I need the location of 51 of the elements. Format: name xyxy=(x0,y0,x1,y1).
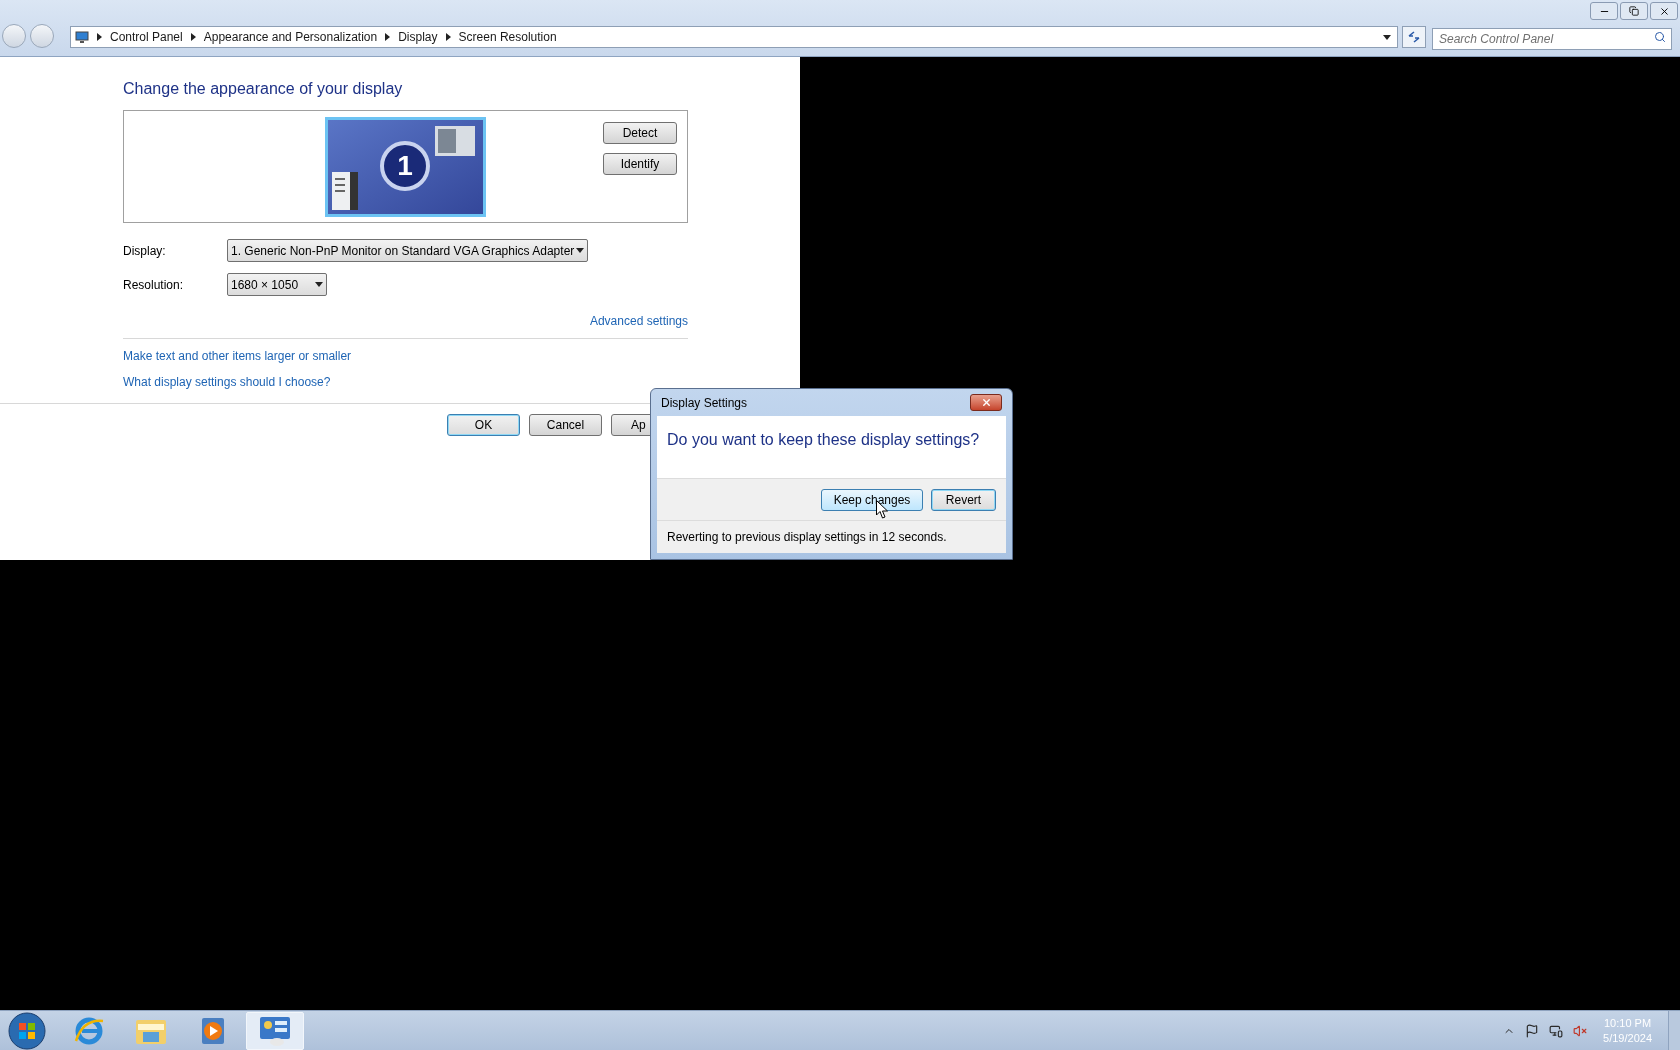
help-link[interactable]: What display settings should I choose? xyxy=(123,373,688,391)
side-panel-icon xyxy=(332,172,358,210)
flag-icon[interactable] xyxy=(1525,1023,1540,1038)
detect-button[interactable]: Detect xyxy=(603,122,677,144)
field-label: Resolution: xyxy=(123,276,185,294)
breadcrumb-item[interactable]: Screen Resolution xyxy=(458,28,557,46)
restore-button[interactable] xyxy=(1620,2,1648,20)
field-label: Display: xyxy=(123,242,167,260)
forward-button[interactable] xyxy=(30,24,54,48)
identify-button[interactable]: Identify xyxy=(603,153,677,175)
chevron-right-icon xyxy=(385,33,391,41)
page-heading: Change the appearance of your display xyxy=(123,79,404,99)
keep-changes-button[interactable]: Keep changes xyxy=(821,488,923,511)
dropdown-field[interactable]: 1. Generic Non-PnP Monitor on Standard VGA Graphics Adapter xyxy=(227,239,588,262)
chevron-right-icon xyxy=(445,33,451,41)
taskbar-button[interactable] xyxy=(246,1011,304,1050)
dropdown-field[interactable]: 1680 × 1050 xyxy=(227,273,327,296)
window-thumbnail-icon xyxy=(435,126,475,156)
dropdown-arrow-icon[interactable] xyxy=(1383,34,1391,40)
search-icon[interactable] xyxy=(1654,31,1666,43)
close-button[interactable] xyxy=(970,394,1002,411)
monitor-icon xyxy=(75,30,89,44)
close-icon xyxy=(980,397,992,408)
monitor-number: 1 xyxy=(380,141,430,191)
monitor-tile[interactable]: 1 xyxy=(325,117,486,217)
close-button[interactable] xyxy=(1650,2,1678,20)
breadcrumb-item[interactable]: Display xyxy=(398,28,438,46)
search-field[interactable]: Search Control Panel xyxy=(1432,28,1672,50)
chevron-right-icon xyxy=(97,33,102,41)
revert-button[interactable]: Revert xyxy=(931,488,996,511)
close-icon xyxy=(1658,5,1670,17)
dialog-title: Display Settings xyxy=(661,394,748,412)
cancel-button[interactable]: Cancel xyxy=(529,414,602,436)
refresh-icon xyxy=(1407,31,1421,43)
volume-muted-icon[interactable] xyxy=(1573,1023,1588,1038)
countdown-message: Reverting to previous display settings in 12 seconds. xyxy=(667,529,947,546)
control-panel-icon[interactable] xyxy=(258,1014,292,1047)
dropdown-arrow-icon xyxy=(315,282,323,287)
dropdown-arrow-icon xyxy=(576,248,584,253)
address-bar[interactable]: Control Panel Appearance and Personalization Display Screen Resolution xyxy=(70,26,1398,48)
network-icon[interactable] xyxy=(1549,1023,1564,1038)
back-button[interactable] xyxy=(2,24,26,48)
ok-button[interactable]: OK xyxy=(447,414,520,436)
advanced-settings-link[interactable]: Advanced settings xyxy=(589,312,688,330)
breadcrumb-item[interactable]: Appearance and Personalization xyxy=(203,28,378,46)
start-orb-icon[interactable] xyxy=(8,1011,46,1050)
breadcrumb-item[interactable]: Control Panel xyxy=(110,28,183,46)
refresh-button[interactable] xyxy=(1402,26,1426,48)
help-link[interactable]: Make text and other items larger or smaller xyxy=(123,347,688,365)
restore-icon xyxy=(1629,6,1639,16)
chevron-right-icon xyxy=(190,33,196,41)
